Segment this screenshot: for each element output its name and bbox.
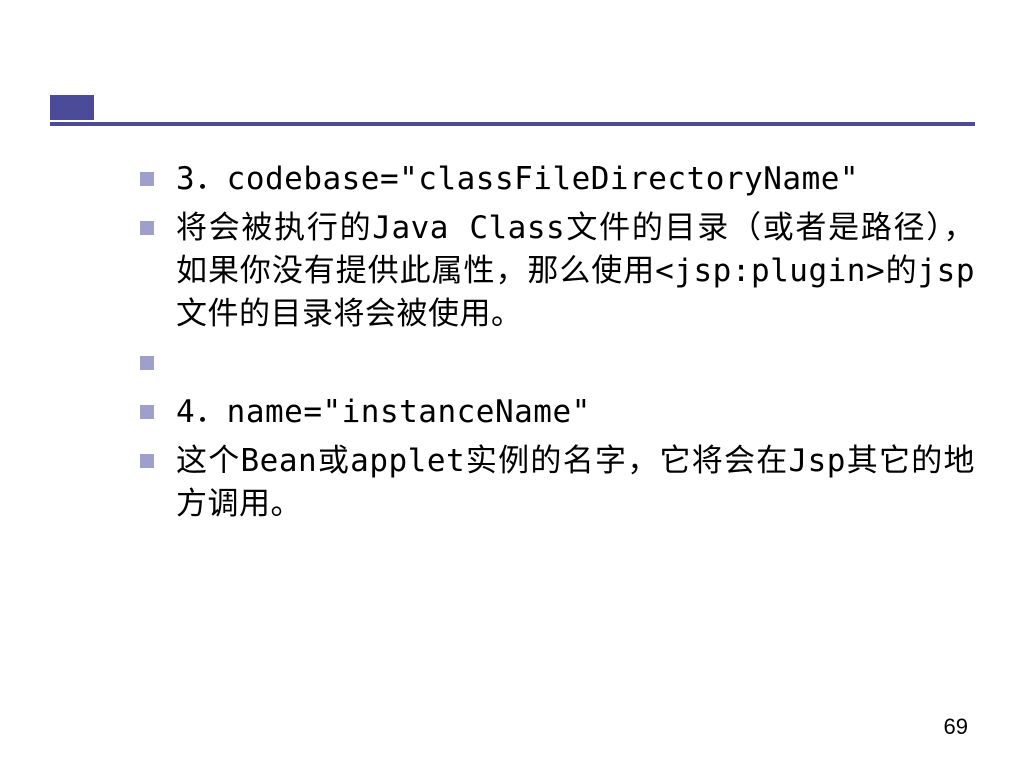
list-item: 这个Bean或applet实例的名字，它将会在Jsp其它的地方调用。 <box>140 440 975 526</box>
list-item <box>140 342 975 385</box>
list-item: 将会被执行的Java Class文件的目录（或者是路径），如果你没有提供此属性，… <box>140 207 975 336</box>
decor-line <box>50 122 975 126</box>
list-item: 3．codebase="classFileDirectoryName" <box>140 158 975 201</box>
list-item-text: 3．codebase="classFileDirectoryName" <box>176 158 859 201</box>
list-item-text: 4．name="instanceName" <box>176 391 591 434</box>
slide: 3．codebase="classFileDirectoryName" 将会被执… <box>0 0 1024 768</box>
page-number: 69 <box>944 714 968 740</box>
title-decor <box>50 95 975 127</box>
decor-block <box>50 95 94 120</box>
bullet-icon <box>140 454 154 468</box>
list-item-text: 这个Bean或applet实例的名字，它将会在Jsp其它的地方调用。 <box>176 440 975 526</box>
bullet-list: 3．codebase="classFileDirectoryName" 将会被执… <box>140 158 975 532</box>
bullet-icon <box>140 405 154 419</box>
list-item: 4．name="instanceName" <box>140 391 975 434</box>
bullet-icon <box>140 221 154 235</box>
bullet-icon <box>140 172 154 186</box>
bullet-icon <box>140 356 154 370</box>
list-item-text: 将会被执行的Java Class文件的目录（或者是路径），如果你没有提供此属性，… <box>176 207 975 336</box>
